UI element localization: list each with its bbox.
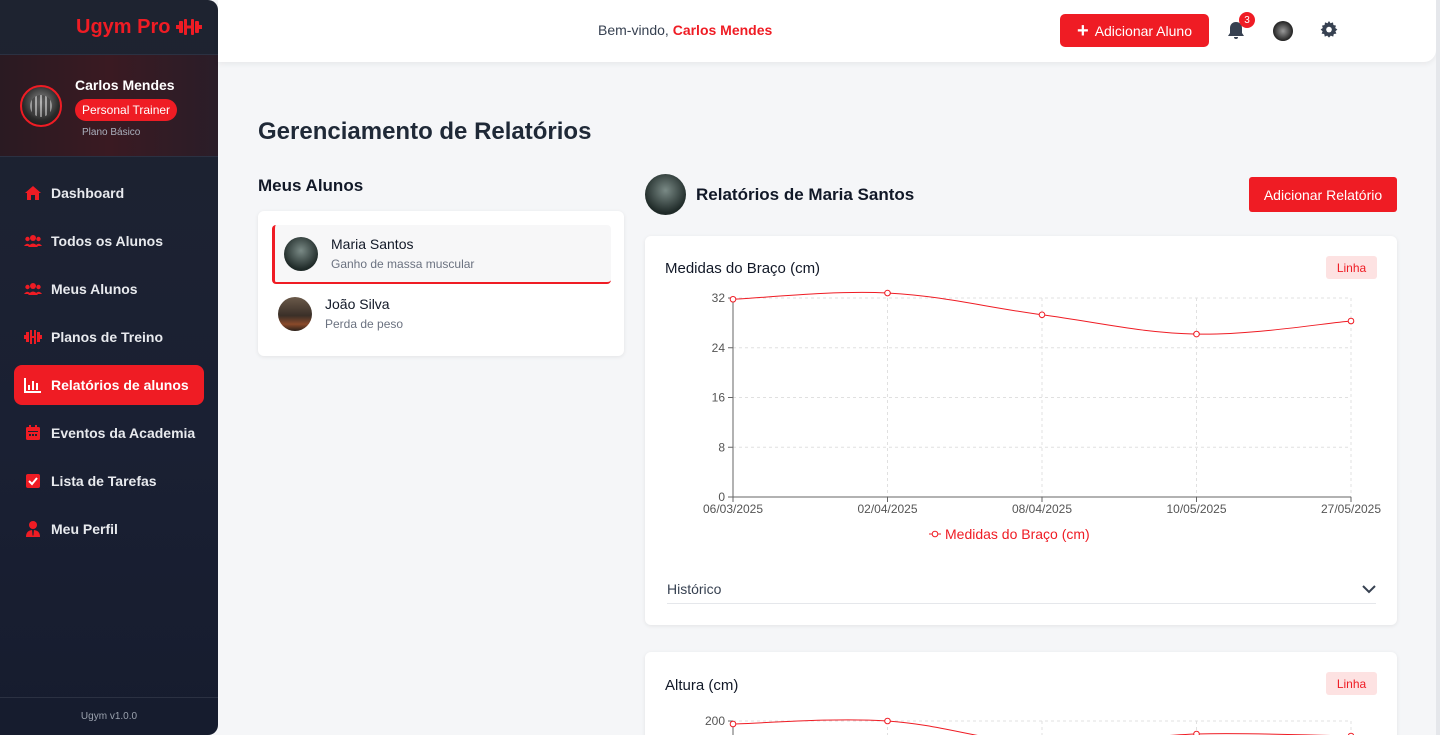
sidebar-item-label: Relatórios de alunos [51, 377, 189, 393]
plan-label: Plano Básico [82, 127, 141, 138]
chevron-down-icon [1362, 581, 1376, 597]
avatar [284, 236, 318, 271]
history-toggle[interactable]: Histórico [667, 575, 1376, 604]
list-item[interactable]: João Silva Perda de peso [272, 284, 611, 343]
x-tick-label: 06/03/2025 [703, 502, 763, 516]
sidebar-item-label: Meus Alunos [51, 281, 138, 297]
sidebar: Ugym Pro Carlos Mendes Personal Trainer … [0, 0, 218, 735]
y-tick-label: 200 [705, 714, 725, 728]
welcome-message: Bem-vindo, Carlos Mendes [598, 22, 772, 38]
legend-marker [931, 530, 939, 538]
notification-badge: 3 [1239, 12, 1255, 28]
calendar-icon [24, 424, 42, 442]
data-point [1193, 730, 1200, 735]
users-icon [24, 280, 42, 298]
avatar[interactable] [20, 85, 62, 127]
data-point [1038, 311, 1046, 319]
x-tick-label: 02/04/2025 [857, 502, 917, 516]
users-icon [24, 232, 42, 250]
add-student-button[interactable]: + Adicionar Aluno [1060, 14, 1209, 47]
brand-name: Ugym Pro [76, 15, 171, 38]
data-point [729, 295, 737, 303]
avatar [645, 174, 686, 215]
version-label: Ugym v1.0.0 [0, 697, 218, 735]
sidebar-item-label: Meu Perfil [51, 521, 118, 537]
sidebar-item-tasks[interactable]: Lista de Tarefas [14, 461, 204, 501]
home-icon [24, 184, 42, 202]
sidebar-item-reports[interactable]: Relatórios de alunos [14, 365, 204, 405]
line-chart: 0816243206/03/2025 02/04/2025 08/04/2025 10… [703, 289, 1381, 542]
dumbbell-icon [24, 328, 42, 346]
sidebar-item-label: Lista de Tarefas [51, 473, 157, 489]
chart-card: Medidas do Braço (cm) Linha 0 8 16 24 32 06/0… [645, 236, 1397, 625]
sidebar-nav: Dashboard Todos os Alunos Meus Alunos Pl… [0, 173, 218, 549]
avatar [278, 296, 312, 331]
role-badge: Personal Trainer [75, 99, 178, 121]
check-square-icon [24, 472, 42, 490]
profile-name: Carlos Mendes [75, 77, 175, 93]
plus-icon: + [1077, 19, 1089, 42]
add-student-label: Adicionar Aluno [1094, 22, 1192, 39]
student-name: João Silva [325, 296, 390, 312]
dumbbell-icon [176, 18, 203, 36]
profile-card: Carlos Mendes Personal Trainer Plano Bás… [0, 55, 218, 157]
y-tick-label: 8 [718, 440, 725, 454]
sidebar-item-label: Eventos da Academia [51, 425, 196, 441]
welcome-user-name: Carlos Mendes [672, 22, 773, 38]
data-point [1347, 317, 1355, 325]
data-point [884, 289, 891, 297]
line-chart: 200 [705, 714, 1355, 735]
page-title: Gerenciamento de Relatórios [258, 118, 592, 145]
data-point [884, 717, 891, 725]
sidebar-item-dashboard[interactable]: Dashboard [14, 173, 204, 213]
students-list: Maria Santos Ganho de massa muscular Joã… [258, 211, 624, 356]
y-tick-label: 16 [712, 391, 726, 405]
x-tick-label: 10/05/2025 [1166, 502, 1226, 516]
user-tie-icon [24, 520, 42, 538]
chart-card: Altura (cm) Linha 200 [645, 652, 1397, 735]
student-goal: Perda de peso [325, 317, 404, 331]
sidebar-item-my-students[interactable]: Meus Alunos [14, 269, 204, 309]
list-item[interactable]: Maria Santos Ganho de massa muscular [272, 225, 611, 284]
sidebar-item-training-plans[interactable]: Planos de Treino [14, 317, 204, 357]
welcome-text: Bem-vindo, [598, 22, 669, 38]
sidebar-item-label: Planos de Treino [51, 329, 164, 345]
gear-icon[interactable] [1320, 21, 1338, 39]
student-goal: Ganho de massa muscular [331, 257, 475, 271]
x-tick-label: 27/05/2025 [1321, 502, 1381, 516]
sidebar-item-label: Todos os Alunos [51, 233, 163, 249]
student-name: Maria Santos [331, 236, 414, 252]
reports-title: Relatórios de Maria Santos [696, 185, 915, 204]
y-tick-label: 24 [712, 341, 726, 355]
data-point [1193, 330, 1200, 338]
window-edge [1436, 0, 1440, 735]
x-tick-label: 08/04/2025 [1012, 502, 1072, 516]
chart-bar-icon [24, 376, 42, 394]
legend-label: Medidas do Braço (cm) [945, 526, 1090, 542]
students-section-title: Meus Alunos [258, 176, 364, 195]
top-header: Bem-vindo, Carlos Mendes + Adicionar Alu… [218, 0, 1436, 62]
brand[interactable]: Ugym Pro [0, 0, 218, 55]
sidebar-item-profile[interactable]: Meu Perfil [14, 509, 204, 549]
y-tick-label: 32 [712, 291, 726, 305]
history-label: Histórico [667, 581, 722, 597]
avatar[interactable] [1273, 21, 1293, 41]
data-point [729, 720, 737, 728]
sidebar-item-label: Dashboard [51, 185, 125, 201]
sidebar-item-all-students[interactable]: Todos os Alunos [14, 221, 204, 261]
add-report-button[interactable]: Adicionar Relatório [1249, 177, 1397, 212]
sidebar-item-events[interactable]: Eventos da Academia [14, 413, 204, 453]
